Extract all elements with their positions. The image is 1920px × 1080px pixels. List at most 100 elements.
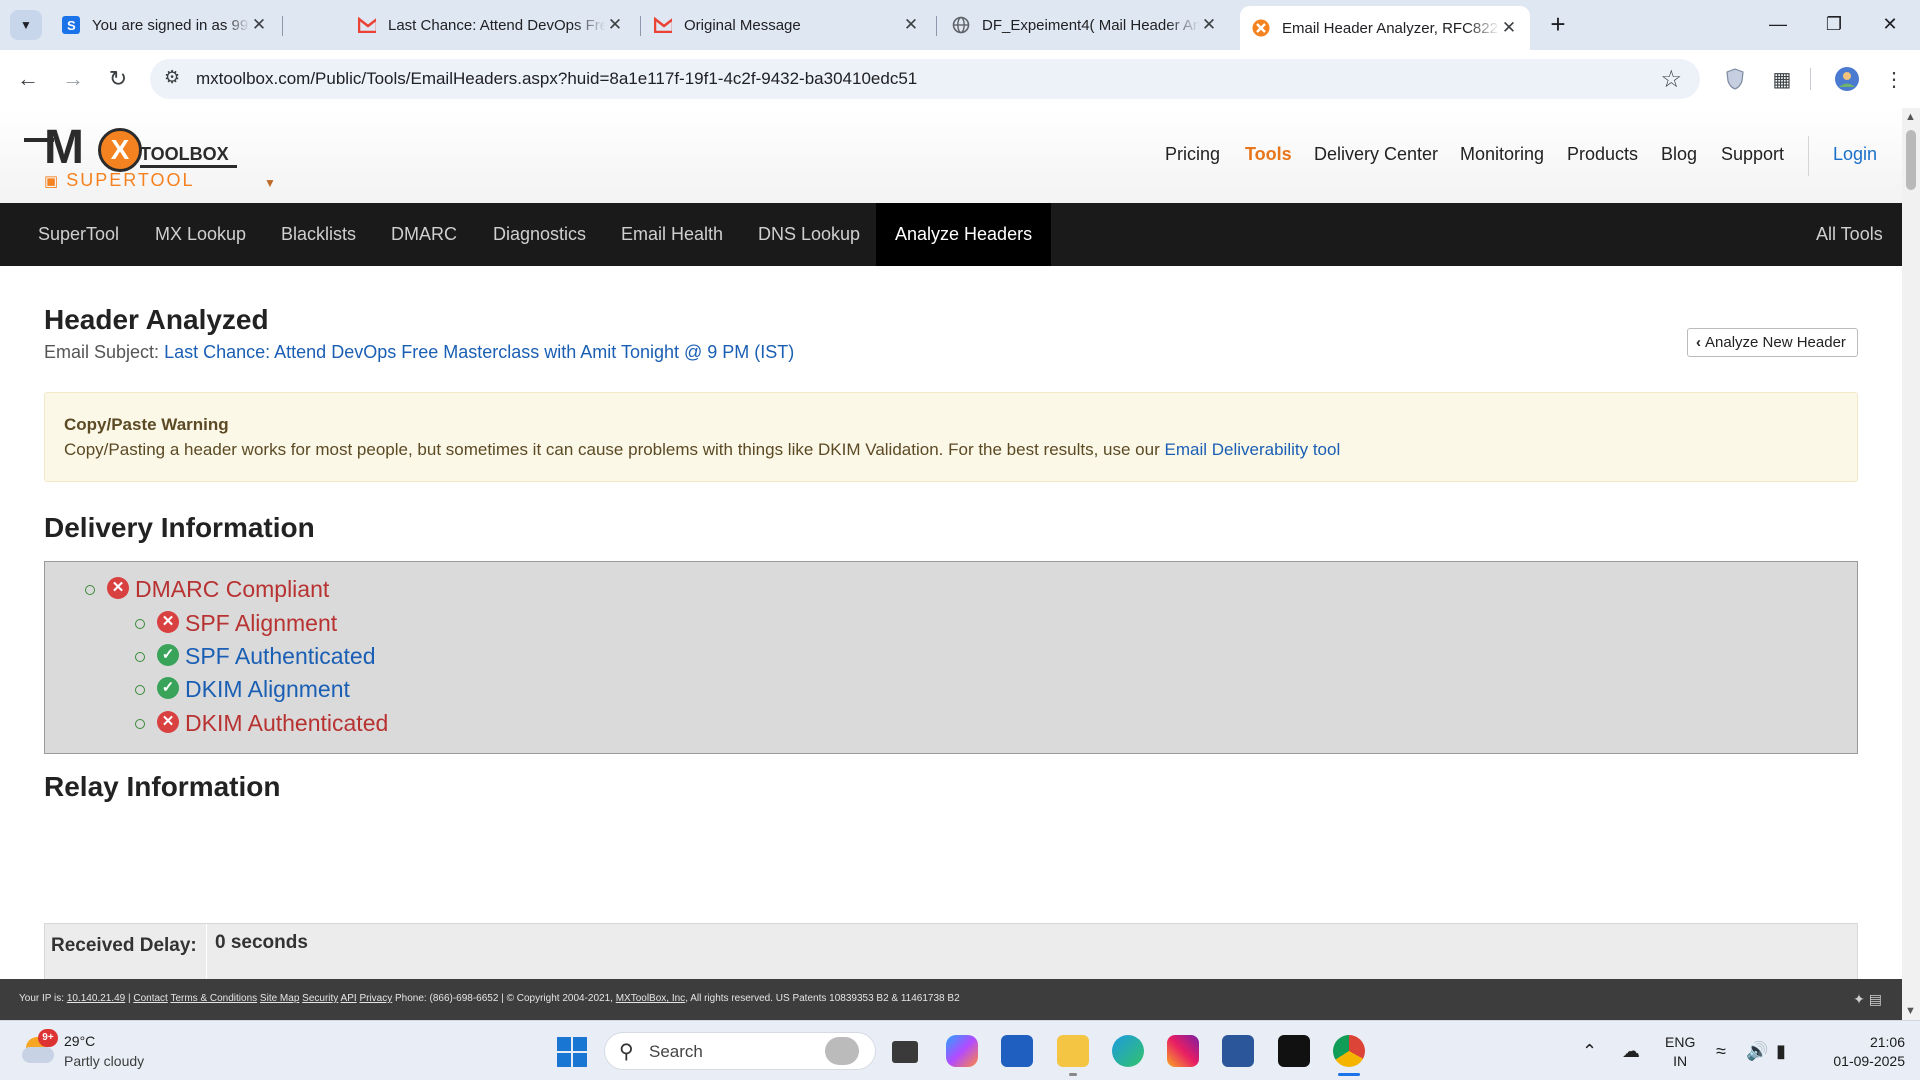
footer-ip[interactable]: 10.140.21.49 [67,993,125,1004]
menu-diagnostics[interactable]: Diagnostics [493,203,586,266]
tab-title: Email Header Analyzer, RFC822 [1282,19,1498,37]
fail-x-icon: ✕ [157,710,179,733]
task-view-icon[interactable] [892,1041,918,1063]
dmarc-compliant-item[interactable]: ✕ DMARC Compliant [85,576,329,603]
url-omnibox[interactable]: ⚙ mxtoolbox.com/Public/Tools/EmailHeader… [150,59,1700,99]
tab-search-button[interactable]: ▼ [10,10,42,40]
extensions-puzzle-icon[interactable]: ▦ [1768,65,1796,93]
forward-button[interactable]: → [58,64,88,94]
analyze-new-header-label: Analyze New Header [1705,334,1846,351]
browser-tab[interactable]: S You are signed in as 992300401 ✕ [50,8,280,42]
windows-start-icon[interactable] [557,1037,587,1067]
edge-icon[interactable] [1112,1035,1144,1067]
menu-all-tools[interactable]: All Tools [1816,203,1883,266]
reload-button[interactable]: ↻ [103,64,133,94]
menu-mx-lookup[interactable]: MX Lookup [155,203,246,266]
browser-tab-active[interactable]: Email Header Analyzer, RFC822 ✕ [1240,6,1530,50]
footer-sitemap-link[interactable]: Site Map [260,993,299,1004]
subject-link[interactable]: Last Chance: Attend DevOps Free Mastercl… [164,342,794,362]
volume-icon[interactable]: 🔊 [1746,1041,1768,1062]
close-icon[interactable]: ✕ [250,15,268,35]
figma-icon[interactable] [1278,1035,1310,1067]
caret-down-icon[interactable]: ▼ [264,176,276,190]
chevron-up-icon[interactable]: ⌃ [1582,1041,1597,1062]
scrollbar-thumb[interactable] [1906,130,1916,190]
topnav-support[interactable]: Support [1721,144,1784,165]
microsoft-store-icon[interactable] [1001,1035,1033,1067]
battery-icon[interactable]: ▮ [1776,1041,1786,1062]
restore-button[interactable]: ❐ [1806,8,1862,40]
blog-icon[interactable]: ▤ [1869,991,1882,1007]
login-link[interactable]: Login [1833,144,1877,165]
close-icon[interactable]: ✕ [902,15,920,35]
deliverability-tool-link[interactable]: Email Deliverability tool [1165,440,1341,459]
footer-security-link[interactable]: Security [302,993,338,1004]
more-menu-icon[interactable]: ⋮ [1880,65,1908,93]
browser-tab[interactable]: DF_Expeiment4( Mail Header Analysis ✕ [940,8,1230,42]
topnav-tools[interactable]: Tools [1245,144,1292,165]
file-explorer-icon[interactable] [1057,1035,1089,1067]
topnav-monitoring[interactable]: Monitoring [1460,144,1544,165]
new-tab-button[interactable]: + [1543,10,1573,40]
bookmark-star-icon[interactable]: ☆ [1660,65,1682,94]
shield-extension-icon[interactable] [1721,65,1749,93]
footer-privacy-link[interactable]: Privacy [359,993,392,1004]
analyze-new-header-button[interactable]: ‹ Analyze New Header [1687,328,1858,357]
copilot-icon[interactable] [946,1035,978,1067]
taskbar-search[interactable]: ⚲ Search [604,1032,876,1070]
footer-terms-link[interactable]: Terms & Conditions [170,993,257,1004]
supertool-label[interactable]: ▣ SUPERTOOL [44,170,195,191]
scroll-down-icon[interactable]: ▼ [1905,1005,1916,1017]
menu-email-health[interactable]: Email Health [621,203,723,266]
page-scrollbar[interactable]: ▲ ▼ [1902,108,1920,1020]
mxtoolbox-favicon-icon [1252,19,1270,37]
close-icon[interactable]: ✕ [606,15,624,35]
toolbar-divider [1810,68,1811,90]
footer-contact-link[interactable]: Contact [133,993,167,1004]
taskbar-clock[interactable]: 21:06 01-09-2025 [1815,1033,1905,1071]
wifi-icon[interactable]: ≈ [1716,1041,1726,1062]
close-icon[interactable]: ✕ [1500,18,1518,38]
footer-company-link[interactable]: MXToolBox, Inc [616,993,685,1004]
site-footer: Your IP is: 10.140.21.49 | Contact Terms… [0,979,1902,1020]
dkim-authenticated-item[interactable]: ✕ DKIM Authenticated [135,710,388,737]
email-subject-line: Email Subject: Last Chance: Attend DevOp… [44,342,794,363]
back-button[interactable]: ← [13,64,43,94]
active-app-indicator [1338,1073,1360,1076]
site-info-icon[interactable]: ⚙ [164,67,180,88]
menu-supertool[interactable]: SuperTool [38,203,119,266]
dkim-alignment-item[interactable]: ✓ DKIM Alignment [135,676,350,703]
topnav-delivery-center[interactable]: Delivery Center [1314,144,1438,165]
language-indicator[interactable]: ENG IN [1665,1033,1695,1071]
scroll-up-icon[interactable]: ▲ [1905,111,1916,123]
footer-social: ✦ ▤ [1853,991,1882,1008]
close-icon[interactable]: ✕ [1200,15,1218,35]
list-bullet [85,584,95,595]
tab-divider [936,16,937,36]
topnav-blog[interactable]: Blog [1661,144,1697,165]
window-close-button[interactable]: ✕ [1862,8,1918,40]
topnav-pricing[interactable]: Pricing [1165,144,1220,165]
footer-api-link[interactable]: API [341,993,357,1004]
twitter-icon[interactable]: ✦ [1853,991,1865,1007]
chrome-icon[interactable] [1333,1035,1365,1067]
browser-tab[interactable]: Original Message ✕ [642,8,932,42]
topnav-products[interactable]: Products [1567,144,1638,165]
url-text[interactable]: mxtoolbox.com/Public/Tools/EmailHeaders.… [196,69,917,89]
menu-blacklists[interactable]: Blacklists [281,203,356,266]
onedrive-icon[interactable]: ☁ [1622,1041,1640,1062]
spf-authenticated-item[interactable]: ✓ SPF Authenticated [135,643,376,670]
menu-dmarc[interactable]: DMARC [391,203,457,266]
browser-tab[interactable]: Last Chance: Attend DevOps Free Mastercl… [346,8,636,42]
minimize-button[interactable]: — [1750,8,1806,40]
warning-text: Copy/Pasting a header works for most peo… [64,440,1160,459]
chevron-left-icon: ‹ [1696,334,1701,351]
instagram-icon[interactable] [1167,1035,1199,1067]
menu-analyze-headers[interactable]: Analyze Headers [876,203,1052,266]
weather-temp[interactable]: 29°C [64,1033,95,1049]
weather-condition[interactable]: Partly cloudy [64,1053,144,1069]
word-icon[interactable] [1222,1035,1254,1067]
spf-alignment-item[interactable]: ✕ SPF Alignment [135,610,337,637]
menu-dns-lookup[interactable]: DNS Lookup [758,203,860,266]
profile-avatar[interactable] [1833,65,1861,93]
